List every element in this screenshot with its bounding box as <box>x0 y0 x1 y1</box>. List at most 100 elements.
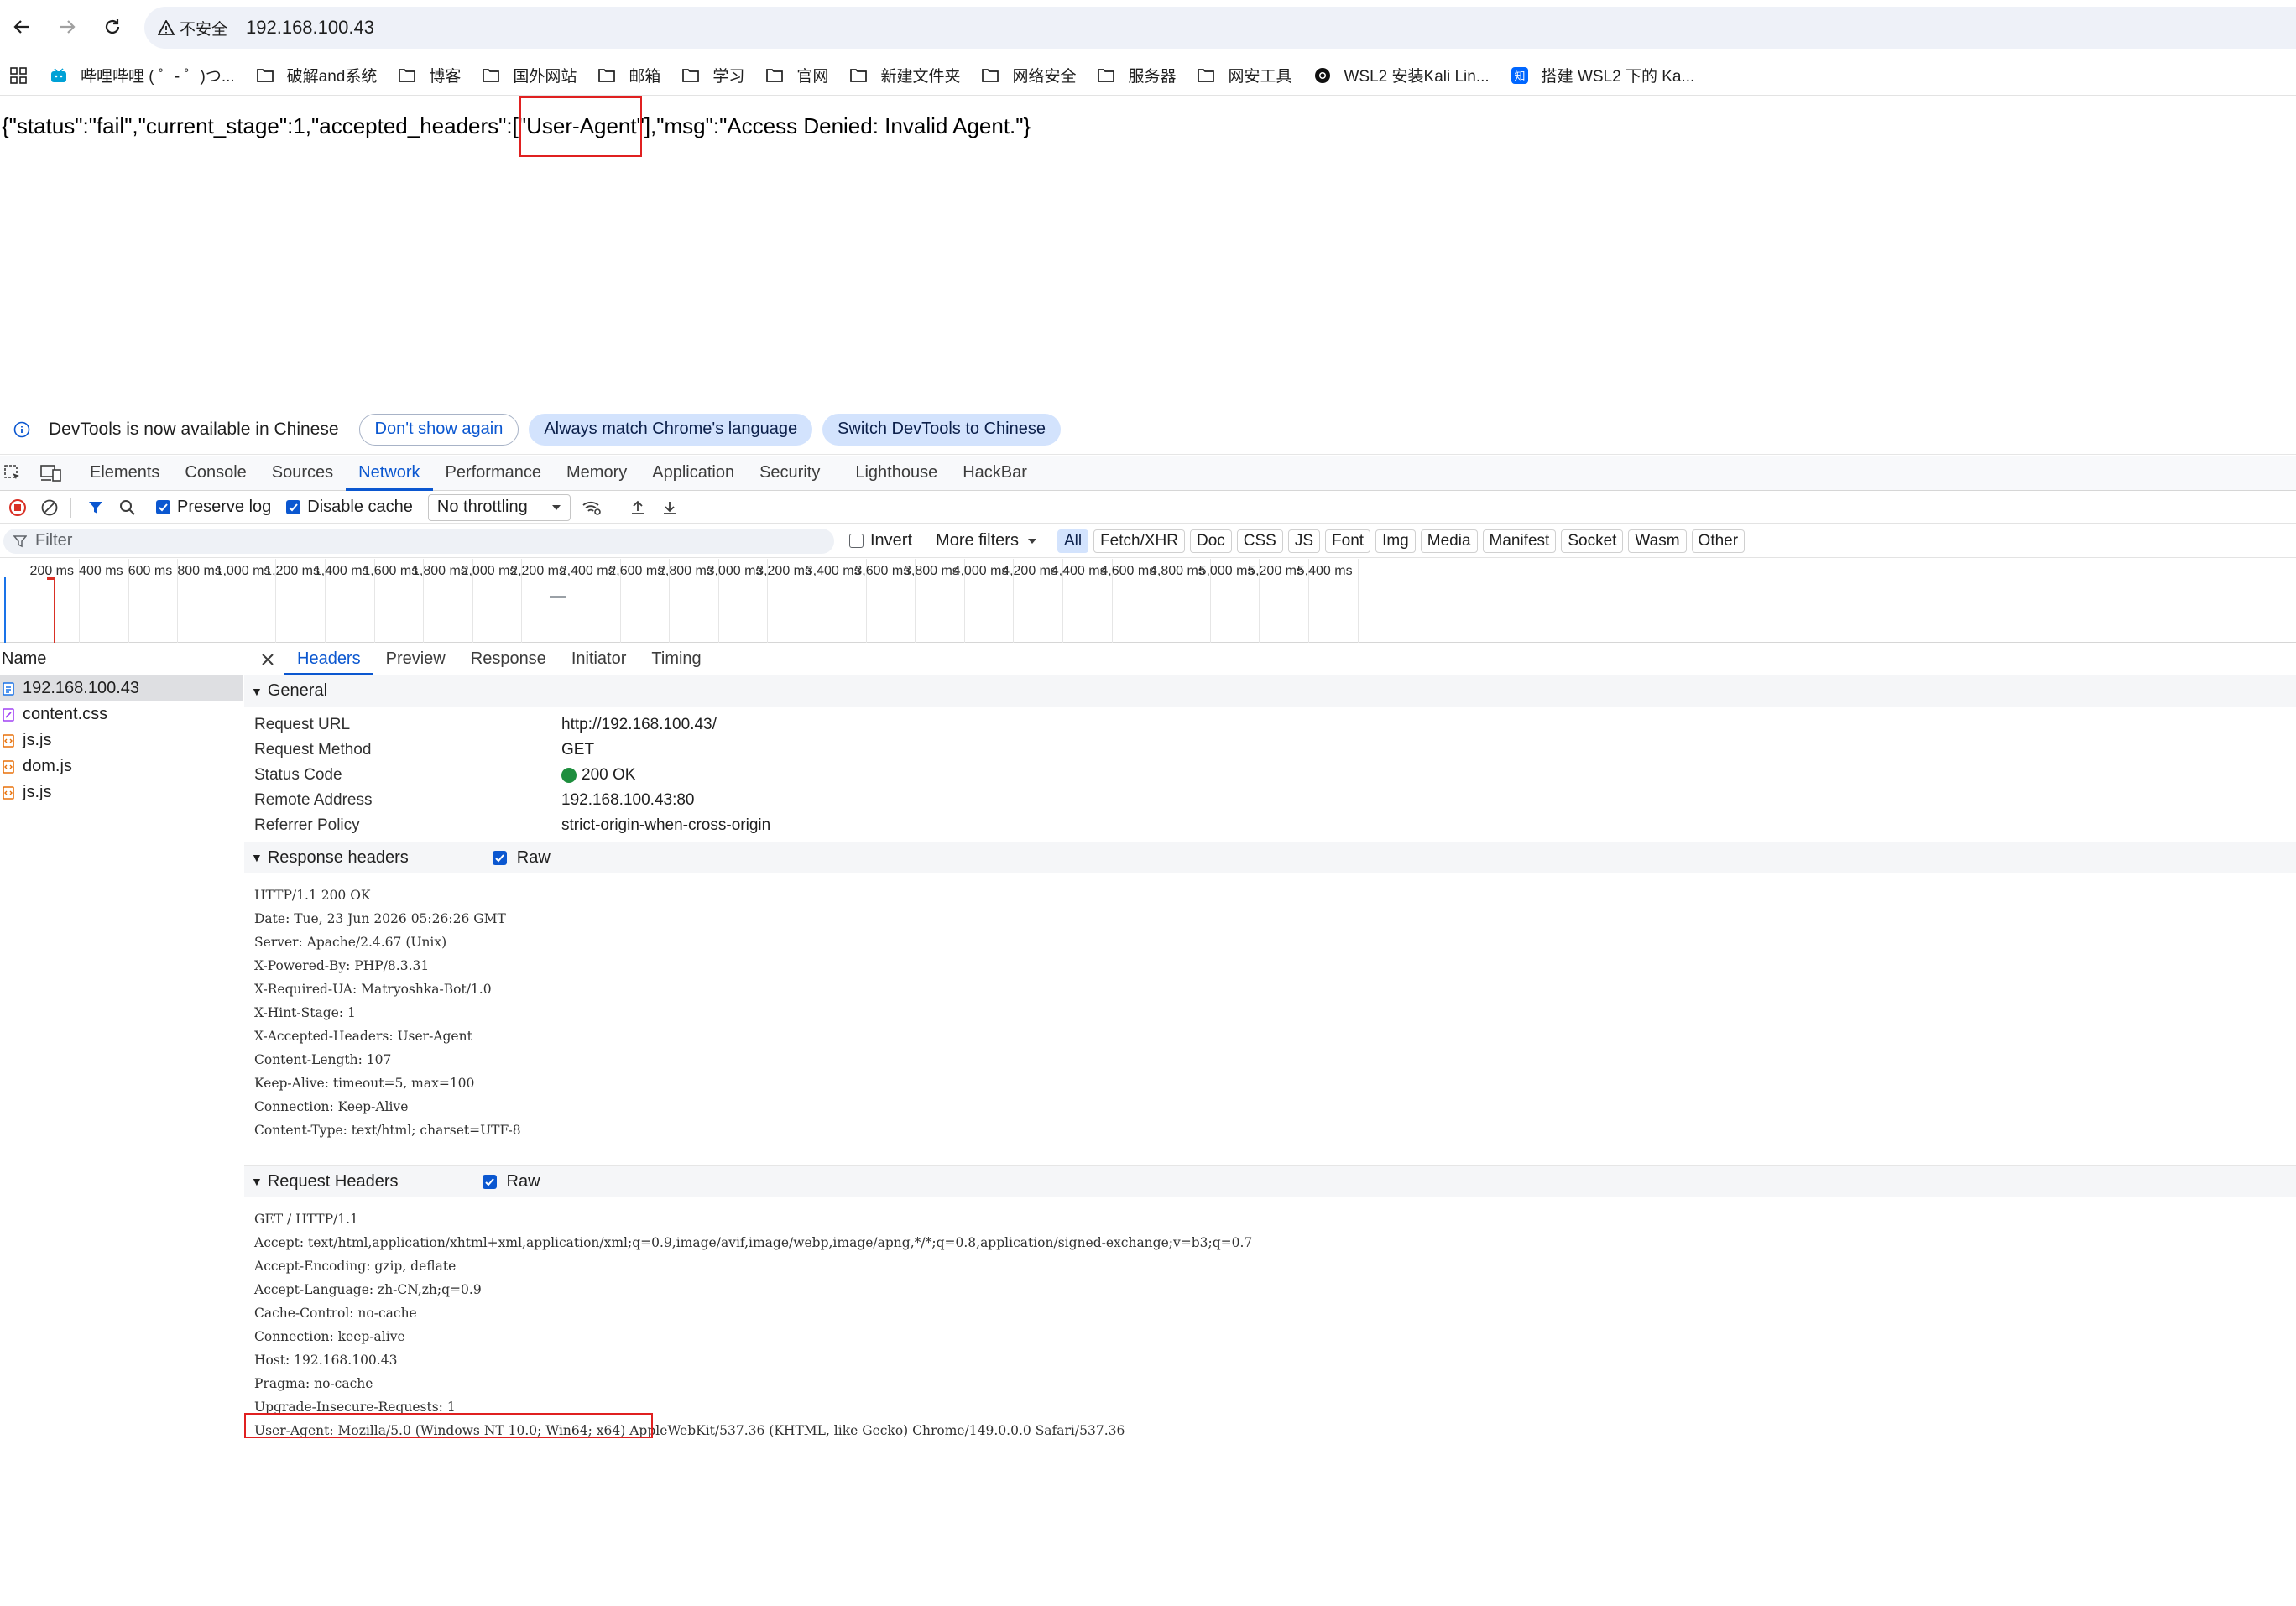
tab-memory[interactable]: Memory <box>554 456 639 491</box>
timeline-tick-label: 3,200 ms <box>756 564 811 578</box>
filter-chip-doc[interactable]: Doc <box>1189 529 1232 553</box>
request-row[interactable]: js.js <box>0 780 243 806</box>
filter-chip-js[interactable]: JS <box>1287 529 1321 553</box>
network-overview-timeline[interactable]: 200 ms 400 ms 600 ms 800 ms 1,000 ms 1,200 ms… <box>0 559 2296 643</box>
tab-console[interactable]: Console <box>172 456 258 491</box>
close-icon <box>262 653 274 665</box>
request-raw-checkbox[interactable]: Raw <box>482 1172 540 1191</box>
dont-show-again-button[interactable]: Don't show again <box>358 413 519 446</box>
filter-chip-wasm[interactable]: Wasm <box>1628 529 1687 553</box>
detail-tab-preview[interactable]: Preview <box>373 644 458 675</box>
always-match-language-button[interactable]: Always match Chrome's language <box>529 413 813 446</box>
tab-application[interactable]: Application <box>639 456 747 491</box>
general-value-text: http://192.168.100.43/ <box>561 716 717 733</box>
filter-input[interactable]: Filter <box>3 528 834 554</box>
general-value[interactable]: strict-origin-when-cross-origin <box>561 816 770 835</box>
security-chip[interactable]: 不安全 <box>158 17 227 39</box>
filter-chip-font[interactable]: Font <box>1325 529 1371 553</box>
switch-to-chinese-button[interactable]: Switch DevTools to Chinese <box>822 413 1061 446</box>
bookmark-item[interactable]: 新建文件夹 <box>850 64 960 86</box>
bookmark-item[interactable]: 网安工具 <box>1198 64 1292 86</box>
import-har-button[interactable] <box>624 493 652 522</box>
bookmark-item[interactable]: 哔哩哔哩 ( ゜- ゜)つ... <box>50 64 235 86</box>
request-row[interactable]: 192.168.100.43 <box>0 675 243 701</box>
request-name: js.js <box>23 783 52 801</box>
network-conditions-button[interactable] <box>577 493 606 522</box>
general-value[interactable]: 200 OK <box>561 766 635 785</box>
filter-chip-manifest[interactable]: Manifest <box>1482 529 1557 553</box>
general-value[interactable]: GET <box>561 741 594 759</box>
back-button[interactable] <box>7 12 37 42</box>
network-toolbar: Preserve log Disable cache No throttling <box>0 492 2296 524</box>
collapse-triangle-icon: ▼ <box>251 851 263 864</box>
raw-header-line: Date: Tue, 23 Jun 2026 05:26:26 GMT <box>254 911 506 926</box>
request-row[interactable]: content.css <box>0 701 243 727</box>
detail-tab-timing[interactable]: Timing <box>639 644 713 675</box>
filter-chip-other[interactable]: Other <box>1691 529 1745 553</box>
bookmark-label: 网络安全 <box>1012 68 1077 86</box>
tab-elements[interactable]: Elements <box>77 456 172 491</box>
response-headers-title: Response headers <box>267 847 409 867</box>
bookmark-item[interactable]: 国外网站 <box>483 64 577 86</box>
detail-tab-response[interactable]: Response <box>458 644 559 675</box>
bookmark-item[interactable]: 学习 <box>682 64 744 86</box>
filter-chip-img[interactable]: Img <box>1375 529 1416 553</box>
search-button[interactable] <box>113 493 142 522</box>
general-key: Request URL <box>254 716 351 733</box>
raw-label: Raw <box>516 847 551 867</box>
inspect-element-icon[interactable] <box>3 464 22 482</box>
device-toolbar-icon[interactable] <box>40 464 62 482</box>
bookmark-item[interactable]: 博客 <box>399 64 461 86</box>
tab-hackbar[interactable]: HackBar <box>950 456 1040 491</box>
apps-grid-icon[interactable] <box>10 66 27 84</box>
address-bar[interactable]: 不安全 192.168.100.43 <box>144 7 2296 49</box>
disable-cache-checkbox[interactable]: Disable cache <box>286 498 413 517</box>
github-icon <box>1314 67 1338 84</box>
request-row[interactable]: dom.js <box>0 753 243 780</box>
preserve-log-checkbox[interactable]: Preserve log <box>156 498 271 517</box>
bookmark-item[interactable]: 邮箱 <box>598 64 660 86</box>
export-har-button[interactable] <box>655 493 684 522</box>
more-filters-dropdown[interactable]: More filters <box>936 531 1037 550</box>
name-column-header[interactable]: Name <box>0 644 243 675</box>
tab-network[interactable]: Network <box>346 456 433 491</box>
tab-security[interactable]: Security <box>747 456 832 491</box>
throttling-select[interactable]: No throttling <box>427 493 571 521</box>
bookmark-item[interactable]: WSL2 安装Kali Lin... <box>1314 64 1490 86</box>
filter-chip-css[interactable]: CSS <box>1236 529 1283 553</box>
filter-chip-media[interactable]: Media <box>1420 529 1478 553</box>
request-headers-raw: GET / HTTP/1.1 Accept: text/html,applicat… <box>244 1197 2296 1442</box>
clear-button[interactable] <box>35 493 64 522</box>
url-text[interactable]: 192.168.100.43 <box>246 17 374 39</box>
tab-performance[interactable]: Performance <box>433 456 555 491</box>
tab-lighthouse[interactable]: Lighthouse <box>843 456 950 491</box>
bookmark-item[interactable]: 知 搭建 WSL2 下的 Ka... <box>1511 64 1694 86</box>
forward-button[interactable] <box>52 12 82 42</box>
request-rows: 192.168.100.43 content.css js.js dom.js js.j… <box>0 675 243 806</box>
filter-chip-socket[interactable]: Socket <box>1561 529 1624 553</box>
general-value[interactable]: http://192.168.100.43/ <box>561 716 717 734</box>
request-headers-section-header[interactable]: ▼ Request Headers Raw <box>244 1165 2296 1197</box>
request-row[interactable]: js.js <box>0 727 243 753</box>
bookmark-item[interactable]: 破解and系统 <box>256 64 377 86</box>
close-detail-button[interactable] <box>251 653 284 666</box>
detail-tab-headers[interactable]: Headers <box>284 644 373 675</box>
bookmark-item[interactable]: 服务器 <box>1098 64 1176 86</box>
general-value[interactable]: 192.168.100.43:80 <box>561 791 695 810</box>
invert-checkbox[interactable]: Invert <box>849 531 912 550</box>
record-button[interactable] <box>3 493 32 522</box>
response-raw-checkbox[interactable]: Raw <box>492 847 551 868</box>
general-section-header[interactable]: ▼ General <box>244 675 2296 707</box>
response-headers-section-header[interactable]: ▼ Response headers Raw <box>244 842 2296 873</box>
timeline-tick-label: 3,400 ms <box>805 564 861 578</box>
forward-arrow-icon <box>60 20 76 34</box>
filter-chip-all[interactable]: All <box>1057 529 1089 553</box>
filter-toggle-button[interactable] <box>81 493 110 522</box>
detail-tab-initiator[interactable]: Initiator <box>559 644 639 675</box>
filter-chip-fetchxhr[interactable]: Fetch/XHR <box>1093 529 1185 553</box>
timeline-tick: 600 ms <box>128 559 179 643</box>
reload-button[interactable] <box>97 12 128 42</box>
bookmark-item[interactable]: 官网 <box>766 64 828 86</box>
bookmark-item[interactable]: 网络安全 <box>982 64 1076 86</box>
tab-sources[interactable]: Sources <box>259 456 346 491</box>
